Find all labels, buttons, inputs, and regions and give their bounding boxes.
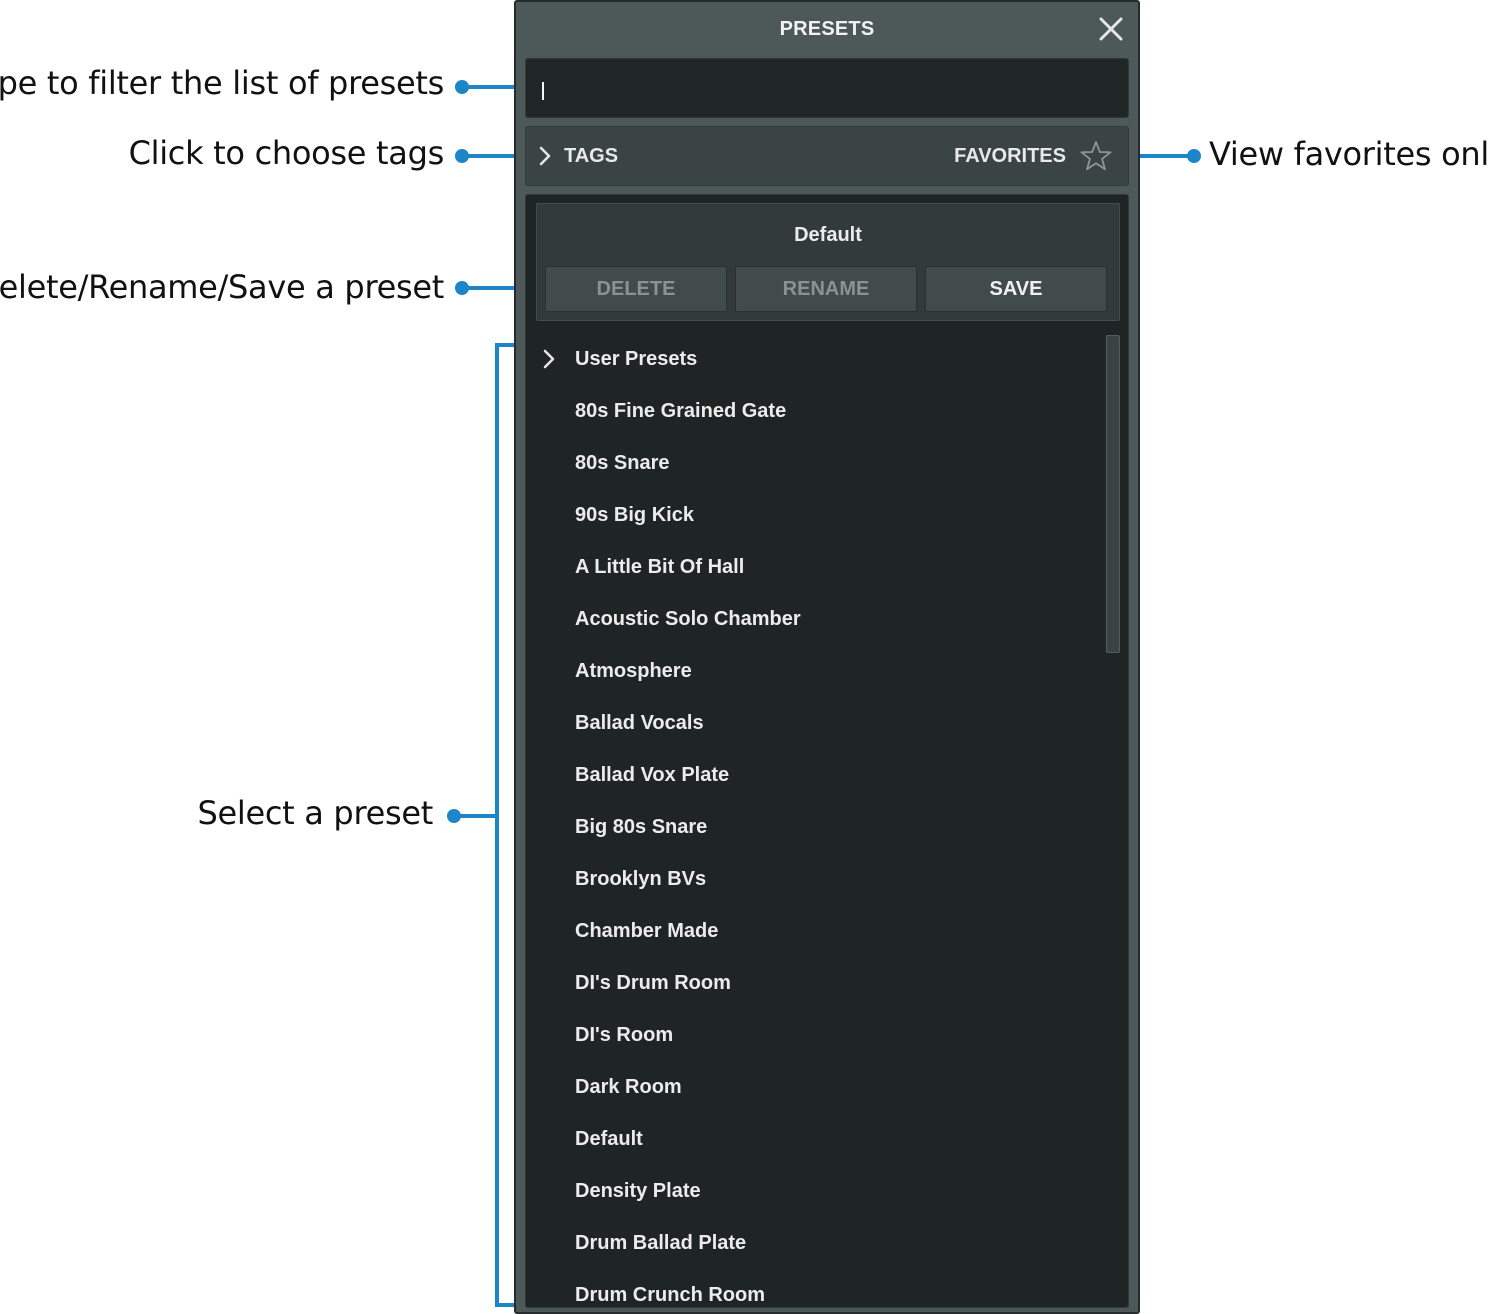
current-preset-name: Default [794,224,862,246]
list-item-label: Acoustic Solo Chamber [575,608,801,630]
list-item[interactable]: 80s Fine Grained Gate [526,387,1096,439]
list-item-label: A Little Bit Of Hall [575,556,745,578]
list-item-label: Brooklyn BVs [575,868,707,890]
list-item-label: 80s Fine Grained Gate [575,400,787,422]
delete-button[interactable]: DELETE [545,266,727,312]
list-item-label: Dark Room [575,1076,682,1098]
favorites-toggle[interactable]: FAVORITES [954,127,1112,185]
close-icon [1099,17,1123,41]
list-item[interactable]: Default [526,1115,1096,1167]
list-item-label: Chamber Made [575,920,719,942]
list-item-label: 80s Snare [575,452,670,474]
callout-select-bracket [495,343,499,1307]
list-item-label: DI's Room [575,1024,674,1046]
list-item-label: DI's Drum Room [575,972,731,994]
list-item[interactable]: Acoustic Solo Chamber [526,595,1096,647]
list-item[interactable]: Big 80s Snare [526,803,1096,855]
list-item[interactable]: Drum Crunch Room [526,1271,1096,1307]
rename-button[interactable]: RENAME [735,266,917,312]
list-item[interactable]: Drum Ballad Plate [526,1219,1096,1271]
search-field[interactable] [525,58,1129,118]
chevron-right-icon [539,146,551,166]
list-item[interactable]: 90s Big Kick [526,491,1096,543]
presets-panel: PRESETS TAGS FAVORITES Default DELETE RE… [514,0,1140,1314]
callout-tags: Click to choose tags [128,134,445,172]
list-item[interactable]: Density Plate [526,1167,1096,1219]
chevron-right-icon [543,349,555,369]
list-item[interactable]: Dark Room [526,1063,1096,1115]
list-item[interactable]: Brooklyn BVs [526,855,1096,907]
preset-list: User Presets 80s Fine Grained Gate 80s S… [526,335,1096,1307]
list-item-label: 90s Big Kick [575,504,694,526]
list-item[interactable]: Ballad Vocals [526,699,1096,751]
list-item[interactable]: Ballad Vox Plate [526,751,1096,803]
list-item[interactable]: A Little Bit Of Hall [526,543,1096,595]
list-item-label: Density Plate [575,1180,701,1202]
callout-favorites-dot [1187,149,1201,163]
current-preset-box: Default DELETE RENAME SAVE [536,203,1120,321]
list-item[interactable]: 80s Snare [526,439,1096,491]
tag-bar: TAGS FAVORITES [525,126,1129,186]
list-item-label: Big 80s Snare [575,816,708,838]
star-icon [1080,141,1112,171]
save-button[interactable]: SAVE [925,266,1107,312]
list-item[interactable]: DI's Room [526,1011,1096,1063]
list-scrollbar[interactable] [1106,335,1120,653]
callout-favorites: View favorites only [1209,135,1490,173]
list-item-label: User Presets [575,348,698,370]
callout-buttons: Delete/Rename/Save a preset [0,268,444,306]
favorites-label: FAVORITES [954,144,1066,167]
callout-select-line [454,814,498,818]
list-item[interactable]: Chamber Made [526,907,1096,959]
tags-label: TAGS [564,144,619,167]
list-item[interactable]: DI's Drum Room [526,959,1096,1011]
callout-filter: Type to filter the list of presets [0,64,444,102]
list-item-label: Atmosphere [575,660,692,682]
tags-toggle[interactable]: TAGS [538,127,618,185]
close-button[interactable] [1098,16,1124,42]
list-item-user-presets[interactable]: User Presets [526,335,1096,387]
callout-select: Select a preset [197,794,433,832]
search-input[interactable] [526,59,1128,117]
list-item-label: Ballad Vocals [575,712,704,734]
list-item[interactable]: Atmosphere [526,647,1096,699]
text-caret [542,82,544,100]
preset-list-container: Default DELETE RENAME SAVE User Presets … [525,194,1129,1308]
list-item-label: Drum Ballad Plate [575,1232,747,1254]
list-item-label: Ballad Vox Plate [575,764,730,786]
list-item-label: Drum Crunch Room [575,1284,765,1306]
callout-favorites-line [1132,154,1190,158]
list-item-label: Default [575,1128,643,1150]
panel-title: PRESETS [779,18,875,40]
